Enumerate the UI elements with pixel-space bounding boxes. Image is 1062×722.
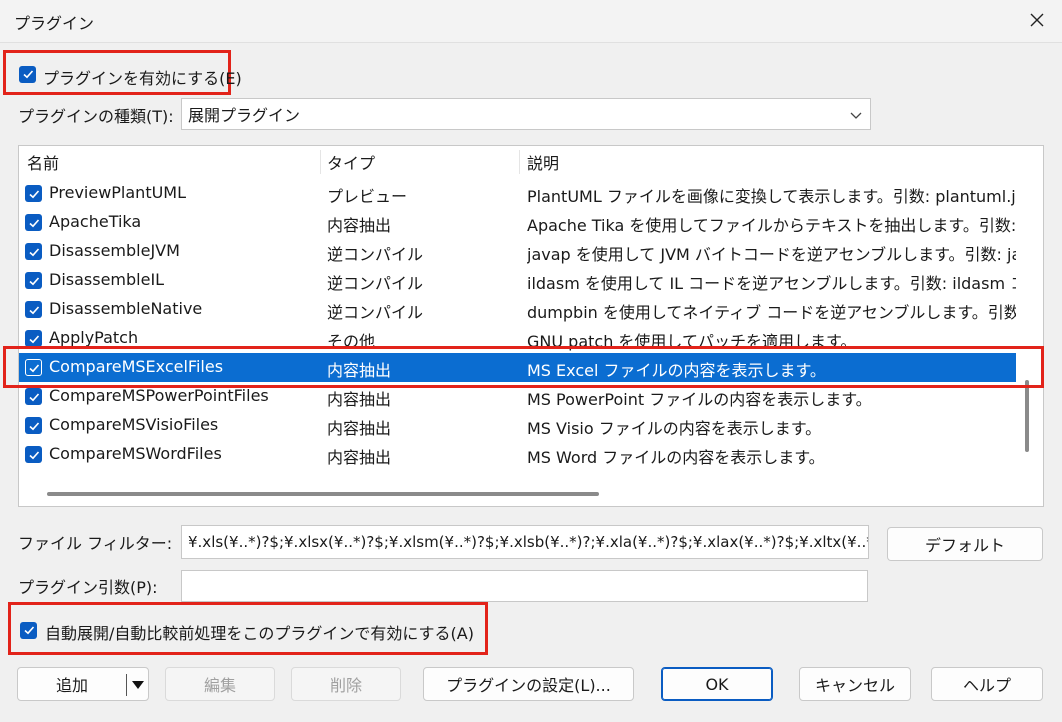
plugin-name: CompareMSVisioFiles <box>49 415 219 434</box>
checkbox-checked-icon[interactable] <box>25 272 42 289</box>
checkbox-checked-icon[interactable] <box>25 301 42 318</box>
plugin-description: GNU patch を使用してパッチを適用します。 <box>527 332 857 351</box>
default-button[interactable]: デフォルト <box>887 527 1043 561</box>
plugin-type: 逆コンパイル <box>327 303 424 322</box>
horizontal-scrollbar[interactable] <box>47 492 599 496</box>
plugin-description: Apache Tika を使用してファイルからテキストを抽出します。引数: ti… <box>527 216 1016 235</box>
plugin-description: MS PowerPoint ファイルの内容を表示します。 <box>527 390 872 409</box>
cancel-button[interactable]: キャンセル <box>799 667 911 701</box>
plugin-type: その他 <box>327 332 376 351</box>
plugin-type: 逆コンパイル <box>327 245 424 264</box>
list-item[interactable]: ApacheTika 内容抽出 Apache Tika を使用してファイルからテキス… <box>19 208 1016 237</box>
plugin-type: 内容抽出 <box>327 419 392 438</box>
checkbox-checked-icon[interactable] <box>25 359 42 376</box>
plugin-description: MS Excel ファイルの内容を表示します。 <box>527 361 826 380</box>
list-item[interactable]: CompareMSWordFiles 内容抽出 MS Word ファイルの内容を表示… <box>19 440 1016 469</box>
plugin-name: CompareMSWordFiles <box>49 444 222 463</box>
plugin-description: PlantUML ファイルを画像に変換して表示します。引数: plantuml.… <box>527 187 1016 206</box>
list-item[interactable]: DisassembleJVM 逆コンパイル javap を使用して JVM バイトコ… <box>19 237 1016 266</box>
plugin-name: CompareMSExcelFiles <box>49 357 224 376</box>
title-bar <box>0 0 1062 43</box>
list-item[interactable]: PreviewPlantUML プレビュー PlantUML ファイルを画像に変換し… <box>19 179 1016 208</box>
checkbox-checked-icon[interactable] <box>25 243 42 260</box>
plugin-type: 内容抽出 <box>327 448 392 467</box>
list-item[interactable]: DisassembleIL 逆コンパイル ildasm を使用して IL コードを逆… <box>19 266 1016 295</box>
plugin-description: javap を使用して JVM バイトコードを逆アセンブルします。引数: jav… <box>527 245 1016 264</box>
add-split-button[interactable]: 追加 <box>17 667 149 701</box>
list-item[interactable]: CompareMSPowerPointFiles 内容抽出 MS PowerPoin… <box>19 382 1016 411</box>
auto-unpack-checkbox[interactable] <box>20 621 37 640</box>
checkbox-checked-icon <box>20 621 37 639</box>
file-filter-value: ¥.xls(¥..*)?$;¥.xlsx(¥..*)?$;¥.xlsm(¥..*… <box>188 533 869 551</box>
delete-button[interactable]: 削除 <box>291 667 401 701</box>
plugin-name: CompareMSPowerPointFiles <box>49 386 269 405</box>
help-button[interactable]: ヘルプ <box>931 667 1043 701</box>
split-divider <box>126 674 127 696</box>
column-separator <box>320 150 321 174</box>
enable-plugins-label: プラグインを有効にする(E) <box>43 69 242 88</box>
edit-button[interactable]: 編集 <box>165 667 275 701</box>
plugin-args-label: プラグイン引数(P): <box>18 578 158 597</box>
plugin-args-input[interactable] <box>181 570 868 602</box>
plugin-type: プレビュー <box>327 187 408 206</box>
plugin-description: MS Word ファイルの内容を表示します。 <box>527 448 825 467</box>
plugin-description: ildasm を使用して IL コードを逆アセンブルします。引数: ildasm… <box>527 274 1016 293</box>
plugin-name: DisassembleNative <box>49 299 203 318</box>
add-button-label: 追加 <box>55 676 88 695</box>
chevron-down-icon <box>850 112 862 119</box>
plugin-type-value: 展開プラグイン <box>188 106 301 125</box>
ok-button[interactable]: OK <box>661 667 773 701</box>
auto-unpack-label: 自動展開/自動比較前処理をこのプラグインで有効にする(A) <box>45 624 474 643</box>
plugin-description: MS Visio ファイルの内容を表示します。 <box>527 419 822 438</box>
plugin-name: ApacheTika <box>49 212 142 231</box>
window-title: プラグイン <box>14 14 95 33</box>
list-item[interactable]: DisassembleNative 逆コンパイル dumpbin を使用してネイティ… <box>19 295 1016 324</box>
plugin-description: dumpbin を使用してネイティブ コードを逆アセンブルします。引数: dum <box>527 303 1016 322</box>
enable-plugins-checkbox[interactable] <box>19 65 36 84</box>
plugin-name: DisassembleJVM <box>49 241 180 260</box>
list-item[interactable]: CompareMSVisioFiles 内容抽出 MS Visio ファイルの内容を… <box>19 411 1016 440</box>
checkbox-checked-icon[interactable] <box>25 214 42 231</box>
column-header-desc[interactable]: 説明 <box>527 146 559 178</box>
plugin-type: 内容抽出 <box>327 390 392 409</box>
list-item[interactable]: ApplyPatch その他 GNU patch を使用してパッチを適用します。 <box>19 324 1016 353</box>
checkbox-checked-icon[interactable] <box>25 446 42 463</box>
plugin-type-label: プラグインの種類(T): <box>18 107 174 126</box>
vertical-scrollbar[interactable] <box>1025 380 1029 452</box>
plugin-type: 内容抽出 <box>327 361 392 380</box>
plugin-settings-button[interactable]: プラグインの設定(L)... <box>423 667 634 701</box>
plugin-type: 内容抽出 <box>327 216 392 235</box>
plugin-type-select[interactable]: 展開プラグイン <box>181 98 871 130</box>
plugin-name: ApplyPatch <box>49 328 139 347</box>
plugin-name: DisassembleIL <box>49 270 165 289</box>
list-item[interactable]: CompareMSExcelFiles 内容抽出 MS Excel ファイルの内容を… <box>19 353 1016 382</box>
checkbox-checked-icon[interactable] <box>25 330 42 347</box>
checkbox-checked-icon[interactable] <box>25 185 42 202</box>
close-button[interactable] <box>1022 5 1052 35</box>
file-filter-input[interactable]: ¥.xls(¥..*)?$;¥.xlsx(¥..*)?$;¥.xlsm(¥..*… <box>181 525 869 559</box>
column-header-name[interactable]: 名前 <box>27 146 59 178</box>
plugin-name: PreviewPlantUML <box>49 183 187 202</box>
checkbox-checked-icon[interactable] <box>25 388 42 405</box>
column-separator <box>519 150 520 174</box>
close-icon <box>1030 13 1044 27</box>
checkbox-checked-icon <box>19 65 36 83</box>
caret-down-icon[interactable] <box>131 680 145 690</box>
file-filter-label: ファイル フィルター: <box>18 534 173 553</box>
plugin-type: 逆コンパイル <box>327 274 424 293</box>
column-header-type[interactable]: タイプ <box>327 146 375 178</box>
checkbox-checked-icon[interactable] <box>25 417 42 434</box>
plugin-list[interactable]: 名前 タイプ 説明 PreviewPlantUML プレビュー PlantUML フ… <box>18 145 1044 507</box>
